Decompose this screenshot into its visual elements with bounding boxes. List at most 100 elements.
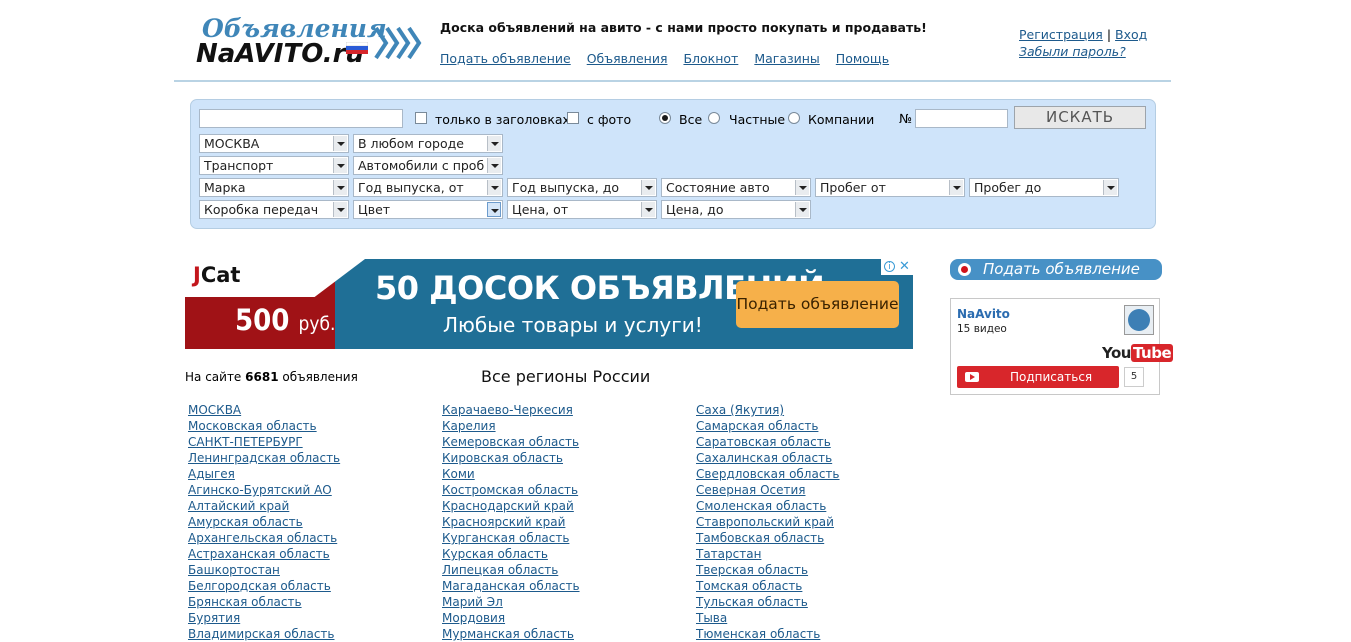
region-link[interactable]: Сахалинская область (696, 450, 840, 466)
brand-select-value: Марка (204, 180, 246, 195)
brand-select[interactable]: Марка (199, 178, 349, 197)
radio-private[interactable] (708, 112, 720, 124)
year-to-select[interactable]: Год выпуска, до (507, 178, 657, 197)
region-link[interactable]: Мурманская область (442, 626, 580, 642)
login-link[interactable]: Вход (1115, 27, 1147, 42)
region-link[interactable]: Бурятия (188, 610, 340, 626)
region-link[interactable]: Карачаево-Черкесия (442, 402, 580, 418)
region-link[interactable]: Свердловская область (696, 466, 840, 482)
region-link[interactable]: Белгородская область (188, 578, 340, 594)
forgot-password-link[interactable]: Забыли пароль? (1019, 44, 1126, 59)
nav-notepad[interactable]: Блокнот (683, 51, 738, 66)
with-photo-checkbox[interactable] (567, 112, 579, 124)
nav-help[interactable]: Помощь (836, 51, 889, 66)
price-from-select[interactable]: Цена, от (507, 200, 657, 219)
mileage-from-select-value: Пробег от (820, 180, 886, 195)
header-divider (174, 80, 1171, 82)
region-link[interactable]: Липецкая область (442, 562, 580, 578)
color-select[interactable]: Цвет (353, 200, 503, 219)
region-link[interactable]: Красноярский край (442, 514, 580, 530)
search-input[interactable] (199, 109, 403, 128)
youtube-video-count: 15 видео (957, 323, 1007, 335)
price-to-select-value: Цена, до (666, 202, 724, 217)
region-link[interactable]: Коми (442, 466, 580, 482)
region-link[interactable]: Смоленская область (696, 498, 840, 514)
category-select[interactable]: Транспорт (199, 156, 349, 175)
region-link[interactable]: Саратовская область (696, 434, 840, 450)
region-link[interactable]: Тыва (696, 610, 840, 626)
youtube-subscribe-label: Подписаться (1010, 370, 1093, 384)
region-link[interactable]: Башкортостан (188, 562, 340, 578)
region-link[interactable]: Саха (Якутия) (696, 402, 840, 418)
ad-post-button[interactable]: Подать объявление (736, 281, 899, 328)
region-link[interactable]: Агинско-Бурятский АО (188, 482, 340, 498)
channel-avatar[interactable] (1124, 305, 1154, 335)
region-link[interactable]: Ставропольский край (696, 514, 840, 530)
region-link[interactable]: Мордовия (442, 610, 580, 626)
ads-count: На сайте 6681 объявления (185, 370, 358, 384)
region-link[interactable]: Курганская область (442, 530, 580, 546)
gearbox-select[interactable]: Коробка передач (199, 200, 349, 219)
region-link[interactable]: Карелия (442, 418, 580, 434)
record-dot-icon (958, 263, 971, 276)
region-link[interactable]: Брянская область (188, 594, 340, 610)
youtube-subscribe-button[interactable]: Подписаться (957, 366, 1119, 388)
ad-subtitle: Любые товары и услуги! (443, 313, 703, 337)
chevron-down-icon (487, 180, 501, 195)
year-from-select[interactable]: Год выпуска, от (353, 178, 503, 197)
region-link[interactable]: Костромская область (442, 482, 580, 498)
city-select[interactable]: МОСКВА (199, 134, 349, 153)
region-link[interactable]: Адыгея (188, 466, 340, 482)
number-input[interactable] (915, 109, 1008, 128)
play-icon (965, 372, 979, 382)
region-link[interactable]: Владимирская область (188, 626, 340, 642)
region-link[interactable]: Северная Осетия (696, 482, 840, 498)
region-link[interactable]: Кировская область (442, 450, 580, 466)
region-link[interactable]: САНКТ-ПЕТЕРБУРГ (188, 434, 340, 450)
region-link[interactable]: Московская область (188, 418, 340, 434)
region-link[interactable]: Курская область (442, 546, 580, 562)
subcategory-select[interactable]: Автомобили с проб (353, 156, 503, 175)
only-titles-checkbox[interactable] (415, 112, 427, 124)
region-link[interactable]: Тамбовская область (696, 530, 840, 546)
ads-count-suffix: объявления (282, 370, 358, 384)
nav-post-ad[interactable]: Подать объявление (440, 51, 571, 66)
youtube-channel-name[interactable]: NaAvito (957, 307, 1010, 321)
ad-banner[interactable]: JCat 500 руб. 50 ДОСОК ОБЪЯВЛЕНИЙ Любые … (185, 259, 913, 349)
region-link[interactable]: МОСКВА (188, 402, 340, 418)
region-link[interactable]: Томская область (696, 578, 840, 594)
post-ad-button[interactable]: Подать объявление (950, 259, 1162, 280)
region-link[interactable]: Тверская область (696, 562, 840, 578)
register-link[interactable]: Регистрация (1019, 27, 1103, 42)
youtube-logo-tube: Tube (1130, 344, 1174, 362)
region-link[interactable]: Татарстан (696, 546, 840, 562)
region-link[interactable]: Ленинградская область (188, 450, 340, 466)
region-link[interactable]: Алтайский край (188, 498, 340, 514)
region-link[interactable]: Тульская область (696, 594, 840, 610)
region-link[interactable]: Марий Эл (442, 594, 580, 610)
region-link[interactable]: Магаданская область (442, 578, 580, 594)
price-to-select[interactable]: Цена, до (661, 200, 811, 219)
ad-close-icon[interactable]: ✕ (899, 259, 910, 274)
ad-info-icon[interactable]: i (884, 261, 895, 272)
region-link[interactable]: Тюменская область (696, 626, 840, 642)
mileage-from-select[interactable]: Пробег от (815, 178, 965, 197)
region-link[interactable]: Кемеровская область (442, 434, 580, 450)
search-button[interactable]: ИСКАТЬ (1014, 106, 1146, 129)
region-link[interactable]: Архангельская область (188, 530, 340, 546)
site-logo[interactable]: Объявления NaAVITO.ru (196, 14, 426, 70)
region-link[interactable]: Краснодарский край (442, 498, 580, 514)
region-link[interactable]: Амурская область (188, 514, 340, 530)
nav-ads[interactable]: Объявления (587, 51, 668, 66)
condition-select[interactable]: Состояние авто (661, 178, 811, 197)
mileage-to-select[interactable]: Пробег до (969, 178, 1119, 197)
radio-all[interactable] (659, 112, 671, 124)
youtube-logo: You Tube (1102, 344, 1174, 362)
radio-companies[interactable] (788, 112, 800, 124)
chevron-down-icon (487, 158, 501, 173)
region-link[interactable]: Астраханская область (188, 546, 340, 562)
area-select[interactable]: В любом городе (353, 134, 503, 153)
russian-flag-icon (346, 42, 368, 54)
nav-shops[interactable]: Магазины (754, 51, 820, 66)
region-link[interactable]: Самарская область (696, 418, 840, 434)
